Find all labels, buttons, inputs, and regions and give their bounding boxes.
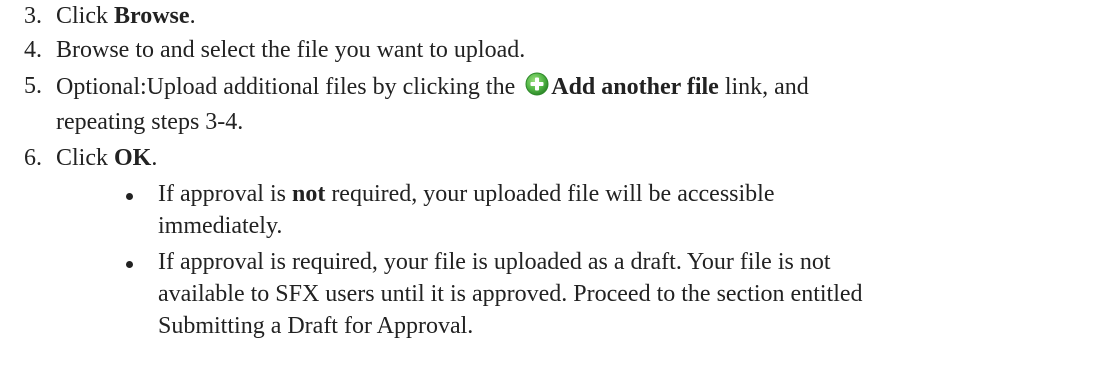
step-5: 5. Optional:Upload additional files by c… (0, 72, 1101, 102)
step-text: Click Browse. (56, 3, 196, 29)
bullet-text-continuation: immediately. (158, 213, 283, 239)
step-6: 6. Click OK. (0, 144, 1101, 172)
bullet-text-continuation: available to SFX users until it is appro… (158, 281, 863, 307)
step-number: 4. (24, 37, 42, 63)
bullet-2: If approval is required, your file is up… (0, 248, 1101, 276)
bullet-text: If approval is not required, your upload… (158, 181, 775, 207)
step-text: Click OK. (56, 145, 158, 171)
step-number: 3. (24, 3, 42, 29)
add-another-file-link[interactable]: Add another file (551, 74, 719, 100)
browse-label: Browse (114, 3, 190, 29)
instructions-document: 3. Click Browse. 4. Browse to and select… (0, 0, 1101, 379)
step-3: 3. Click Browse. (0, 2, 1101, 30)
bullet-2-line-3: Submitting a Draft for Approval. (0, 312, 1101, 340)
step-number: 6. (24, 145, 42, 171)
step-text-continuation: repeating steps 3-4. (56, 109, 244, 135)
bullet-1-continuation: immediately. (0, 212, 1101, 240)
step-number: 5. (24, 73, 42, 99)
step-text: Optional:Upload additional files by clic… (56, 72, 809, 100)
bullet-1: If approval is not required, your upload… (0, 180, 1101, 208)
add-circle-icon (525, 72, 549, 96)
bullet-text: If approval is required, your file is up… (158, 249, 831, 275)
bullet-text-continuation: Submitting a Draft for Approval. (158, 313, 474, 339)
not-emphasis: not (291, 181, 326, 207)
step-4: 4. Browse to and select the file you wan… (0, 36, 1101, 64)
bullet-2-line-2: available to SFX users until it is appro… (0, 280, 1101, 308)
ok-label: OK (114, 145, 152, 171)
step-5-continuation: repeating steps 3-4. (0, 108, 1101, 136)
step-text: Browse to and select the file you want t… (56, 37, 526, 63)
